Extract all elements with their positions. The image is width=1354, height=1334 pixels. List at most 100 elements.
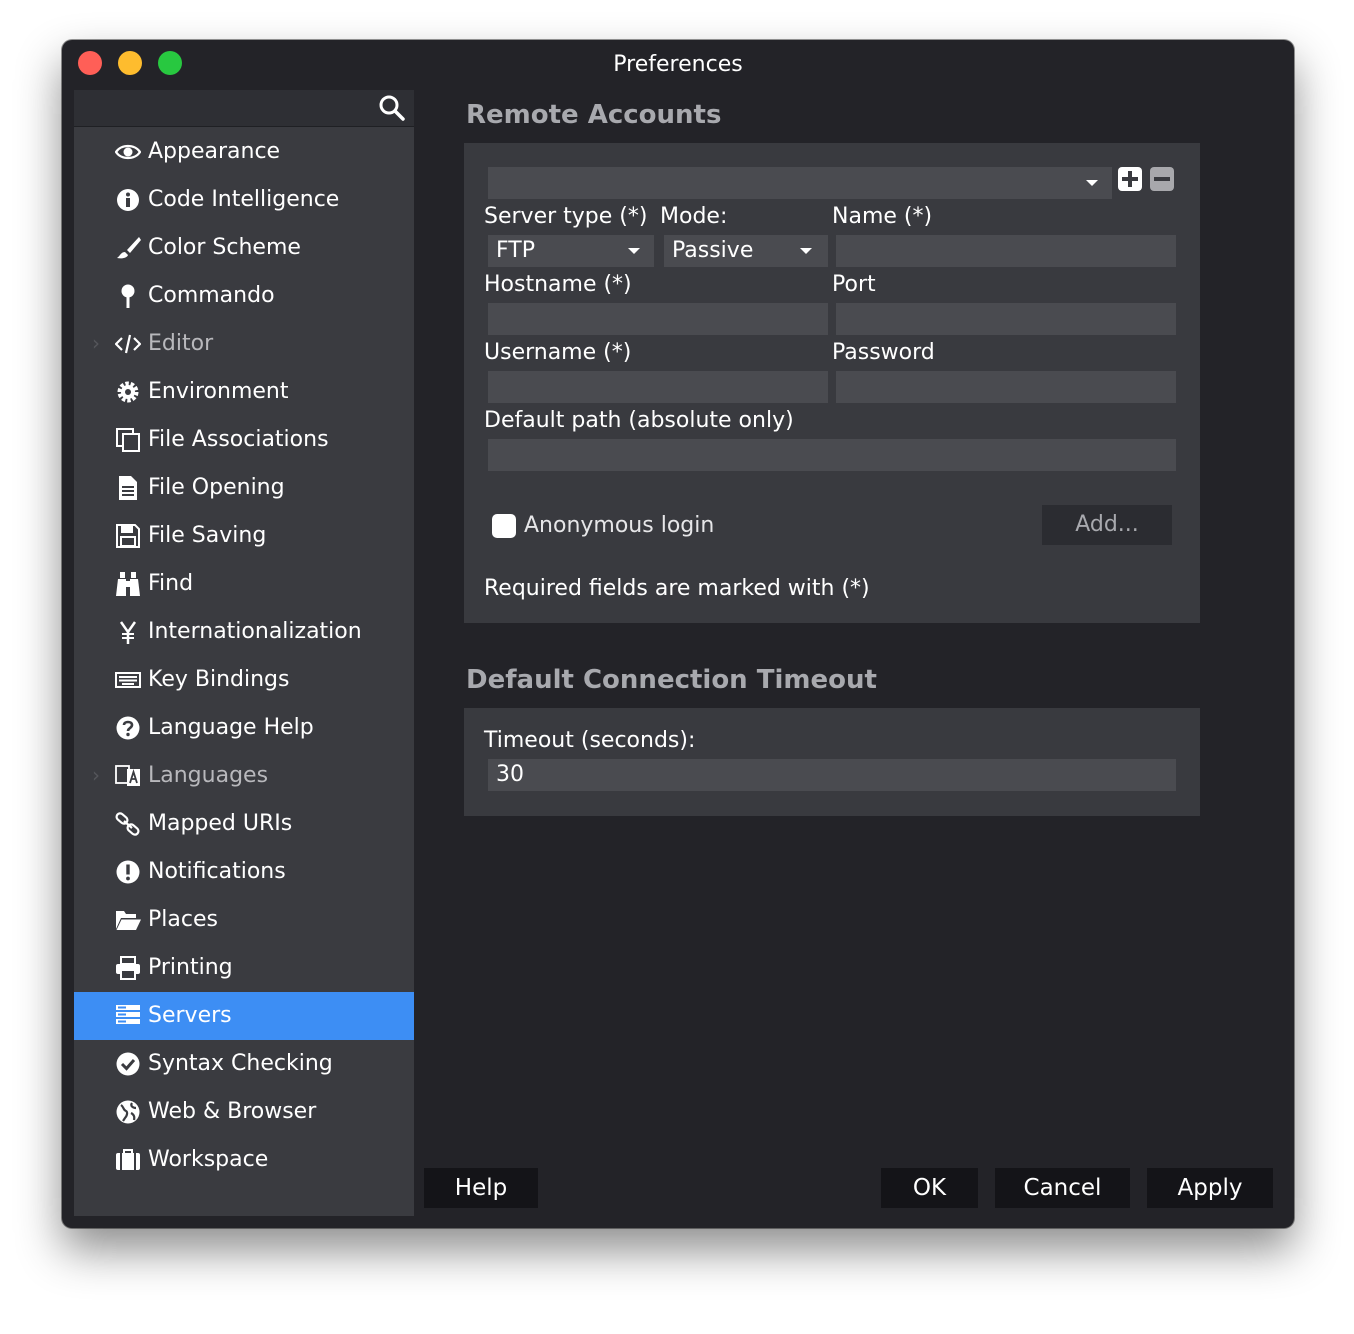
paintbrush-icon [114,234,142,262]
hostname-field[interactable] [488,303,828,335]
anonymous-login-checkbox[interactable] [492,514,516,538]
timeout-heading: Default Connection Timeout [466,665,877,695]
sidebar-item-internationalization[interactable]: Internationalization [74,608,414,656]
sidebar-item-printing[interactable]: Printing [74,944,414,992]
apply-button[interactable]: Apply [1147,1168,1273,1208]
server-list-icon [114,1002,142,1030]
sidebar-item-code-intelligence[interactable]: Code Intelligence [74,176,414,224]
minus-icon [1154,177,1170,181]
sidebar-item-web-browser[interactable]: Web & Browser [74,1088,414,1136]
link-icon [114,810,142,838]
gear-icon [114,378,142,406]
cancel-button[interactable]: Cancel [995,1168,1130,1208]
sidebar-item-label: Mapped URIs [148,811,293,836]
timeout-panel: Timeout (seconds): 30 [464,708,1200,816]
floppy-disk-icon [114,522,142,550]
sidebar-search-input[interactable] [74,90,414,127]
title-bar: Preferences [62,40,1294,90]
remove-account-button[interactable] [1150,167,1174,191]
expand-chevron-icon[interactable]: › [92,331,100,355]
sidebar-item-label: Printing [148,955,233,980]
sidebar-item-label: Editor [148,331,214,356]
yen-icon [114,618,142,646]
sidebar-item-file-saving[interactable]: File Saving [74,512,414,560]
plus-icon [1122,171,1138,187]
remote-accounts-panel: Server type (*) Mode: Name (*) FTP Passi… [464,143,1200,623]
name-label: Name (*) [832,204,933,229]
sidebar-item-label: Notifications [148,859,286,884]
chevron-down-icon [628,248,640,254]
password-label: Password [832,340,935,365]
timeout-field[interactable]: 30 [488,759,1176,791]
sidebar-item-label: Key Bindings [148,667,290,692]
folder-open-icon [114,906,142,934]
keyboard-icon [114,666,142,694]
username-label: Username (*) [484,340,632,365]
sidebar-item-editor[interactable]: › Editor [74,320,414,368]
ok-button[interactable]: OK [881,1168,978,1208]
sidebar-item-color-scheme[interactable]: Color Scheme [74,224,414,272]
sidebar-item-label: Servers [148,1003,232,1028]
binoculars-icon [114,570,142,598]
window-title: Preferences [613,52,743,77]
sidebar: Appearance Code Intelligence Color Schem… [74,90,414,1216]
printer-icon [114,954,142,982]
add-account-button[interactable] [1118,167,1142,191]
info-icon [114,186,142,214]
default-path-label: Default path (absolute only) [484,408,794,433]
preferences-window: Preferences Appearance Code Intelligence… [62,40,1294,1228]
sidebar-item-commando[interactable]: Commando [74,272,414,320]
sidebar-item-languages[interactable]: › Languages [74,752,414,800]
sidebar-item-label: Places [148,907,218,932]
sidebar-item-workspace[interactable]: Workspace [74,1136,414,1184]
eye-icon [114,138,142,166]
username-field[interactable] [488,371,828,403]
question-circle-icon [114,714,142,742]
sidebar-item-label: Language Help [148,715,314,740]
sidebar-item-file-opening[interactable]: File Opening [74,464,414,512]
sidebar-item-label: Syntax Checking [148,1051,333,1076]
default-path-field[interactable] [488,439,1176,471]
pin-icon [114,282,142,310]
check-circle-icon [114,1050,142,1078]
exclamation-circle-icon [114,858,142,886]
add-server-button[interactable]: Add... [1042,505,1172,545]
sidebar-item-label: Environment [148,379,289,404]
sidebar-item-notifications[interactable]: Notifications [74,848,414,896]
briefcase-icon [114,1146,142,1174]
sidebar-item-key-bindings[interactable]: Key Bindings [74,656,414,704]
sidebar-item-find[interactable]: Find [74,560,414,608]
sidebar-item-mapped-uris[interactable]: Mapped URIs [74,800,414,848]
server-type-select[interactable]: FTP [488,235,654,267]
name-field[interactable] [836,235,1176,267]
copy-files-icon [114,426,142,454]
code-icon [114,330,142,358]
file-text-icon [114,474,142,502]
password-field[interactable] [836,371,1176,403]
sidebar-item-file-associations[interactable]: File Associations [74,416,414,464]
port-label: Port [832,272,876,297]
sidebar-item-label: Color Scheme [148,235,301,260]
account-select[interactable] [488,167,1112,199]
mode-select[interactable]: Passive [664,235,828,267]
sidebar-item-appearance[interactable]: Appearance [74,128,414,176]
sidebar-item-label: Appearance [148,139,281,164]
expand-chevron-icon[interactable]: › [92,763,100,787]
help-button[interactable]: Help [424,1168,538,1208]
remote-accounts-heading: Remote Accounts [466,100,722,130]
server-type-label: Server type (*) [484,204,648,229]
sidebar-item-label: Languages [148,763,269,788]
globe-icon [114,1098,142,1126]
sidebar-item-syntax-checking[interactable]: Syntax Checking [74,1040,414,1088]
translate-icon [114,762,142,790]
sidebar-item-label: File Associations [148,427,329,452]
port-field[interactable] [836,303,1176,335]
sidebar-item-language-help[interactable]: Language Help [74,704,414,752]
search-icon[interactable] [378,94,406,122]
sidebar-item-environment[interactable]: Environment [74,368,414,416]
sidebar-item-label: Workspace [148,1147,269,1172]
sidebar-item-label: Find [148,571,194,596]
sidebar-item-label: Web & Browser [148,1099,317,1124]
sidebar-item-places[interactable]: Places [74,896,414,944]
sidebar-item-servers[interactable]: Servers [74,992,414,1040]
